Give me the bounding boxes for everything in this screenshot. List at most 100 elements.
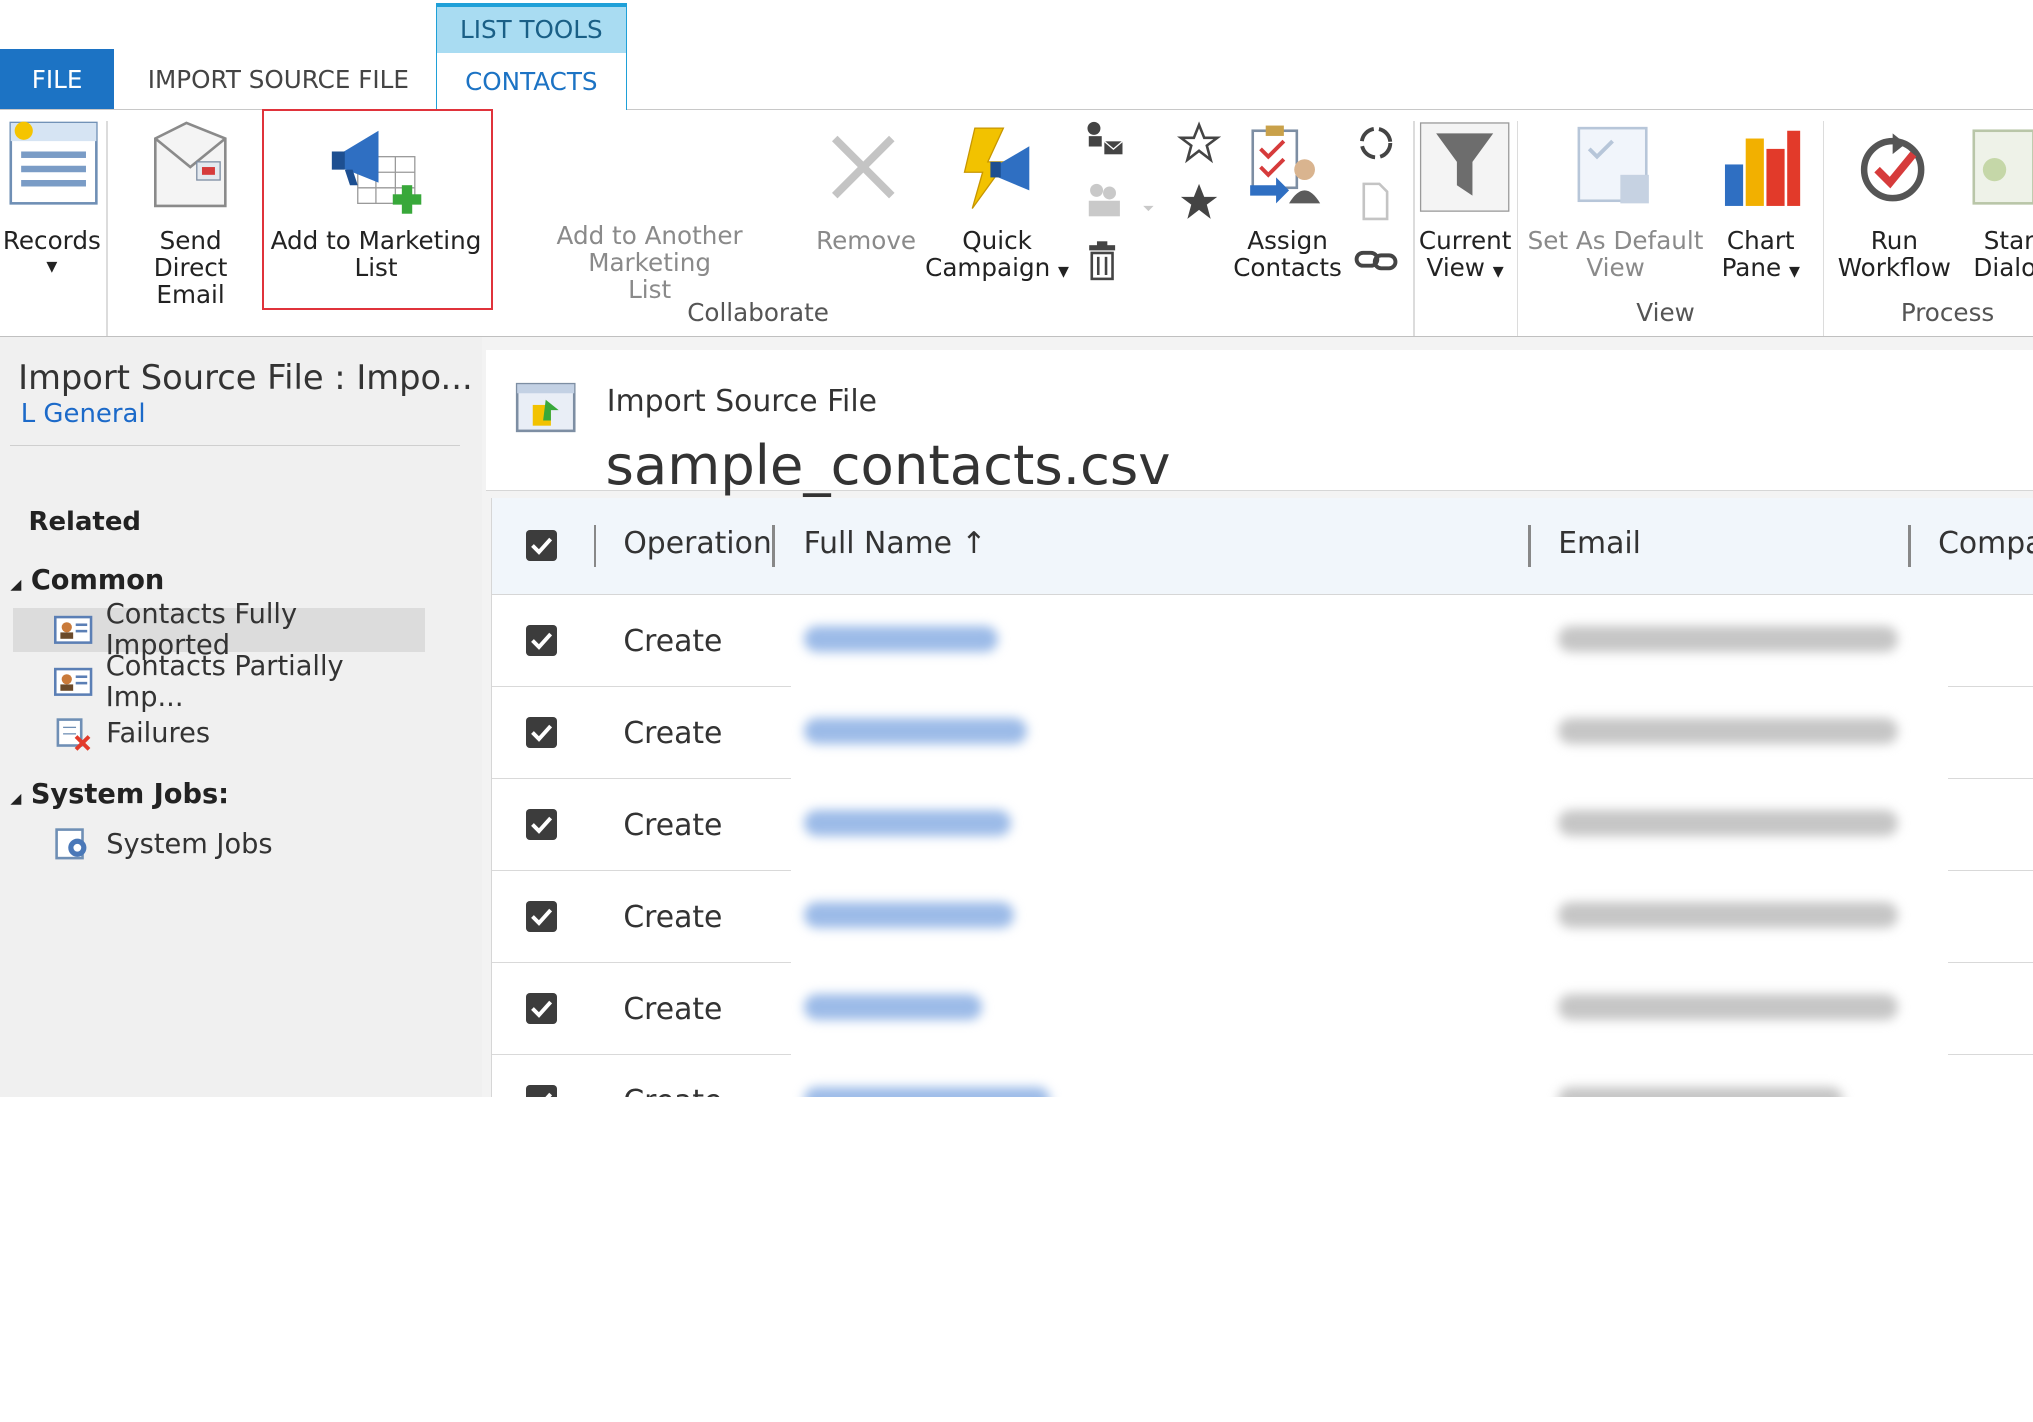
main-content: Import Source File sample_contacts.csv O… [482,337,2033,1097]
column-separator[interactable] [1528,525,1531,567]
list-tools-context: LIST TOOLS CONTACTS [435,2,627,110]
set-as-default-view-button[interactable]: Set As Default View [1527,110,1703,281]
unfollow-star-filled-icon[interactable] [1177,180,1221,224]
refresh-icon[interactable] [1354,121,1398,165]
tab-file[interactable]: FILE [0,49,115,109]
select-all-checkbox[interactable] [526,530,558,562]
nav-item-label: System Jobs [106,828,273,860]
nav-section-common-label: Common [30,565,165,597]
table-row[interactable]: Create [492,963,2033,1056]
checkmark-icon [531,724,553,742]
row-checkbox[interactable] [526,1085,558,1097]
document-icon[interactable] [1356,180,1395,224]
table-row[interactable]: Create [492,595,2033,688]
collapse-triangle-icon: ◢ [10,791,22,808]
send-direct-email-label-2: Email [156,280,225,310]
nav-item-contacts-fully-imported[interactable]: Contacts Fully Imported [12,599,426,661]
tab-contacts[interactable]: CONTACTS [437,53,626,110]
email-icon [154,121,227,208]
records-button[interactable]: Records ▼ [3,110,102,281]
left-navigation: Import Source File : Impo... L General R… [0,337,483,1097]
add-to-another-marketing-list-button[interactable]: Add to Another Marketing List [493,110,807,304]
quick-campaign-label-2: Campaign ▼ [923,254,1071,286]
nav-item-system-jobs[interactable]: System Jobs [13,822,425,866]
nav-item-failures[interactable]: Failures [13,712,425,756]
table-row[interactable]: Create [492,779,2033,872]
quick-campaign-label-1: Quick [962,225,1032,255]
checkmark-icon [545,1092,553,1097]
set-as-default-view-label-1: Set As Default [1527,225,1704,255]
nav-item-contacts-partially-imported[interactable]: Contacts Partially Imp... [13,651,425,713]
start-dialog-button[interactable]: Start Dialog [1966,110,2033,281]
nav-section-system-jobs[interactable]: ◢ System Jobs: [10,779,229,810]
checkmark-icon [531,632,553,650]
column-separator[interactable] [772,525,776,567]
row-checkbox[interactable] [526,993,558,1025]
chevron-down-icon: ▼ [1492,264,1504,281]
tab-import-source-file[interactable]: IMPORT SOURCE FILE [127,49,430,109]
row-operation: Create [623,623,723,659]
set-as-default-view-label-2: View [1586,253,1645,283]
column-separator[interactable] [1908,525,1911,567]
remove-button[interactable]: Remove [814,110,918,254]
list-tools-label: LIST TOOLS [436,3,626,53]
chart-pane-button[interactable]: Chart Pane ▼ [1712,110,1811,286]
redacted-full-name-link[interactable] [803,718,1027,745]
assign-contacts-label-1: Assign [1247,225,1328,255]
chevron-down-icon: ▼ [46,259,58,276]
follow-star-outline-icon[interactable] [1177,120,1222,165]
redacted-full-name-link[interactable] [803,1086,1050,1097]
start-dialog-label-1: Start [1983,225,2033,255]
nav-divider [10,444,461,446]
chevron-down-icon: ▼ [1788,264,1800,281]
redacted-full-name-link[interactable] [803,626,999,653]
contact-card-icon [54,616,93,645]
sort-ascending-arrow-icon: ↑ [961,526,987,562]
column-header-full-name[interactable]: Full Name ↑ [804,526,987,561]
row-checkbox[interactable] [526,809,558,841]
redacted-full-name-link[interactable] [803,902,1014,929]
current-view-button[interactable]: Current View ▼ [1418,110,1511,286]
column-header-email[interactable]: Email [1558,526,1641,561]
nav-general-link[interactable]: L General [21,399,146,429]
delete-trash-icon[interactable] [1084,240,1123,284]
row-operation: Create [623,715,723,751]
share-icon[interactable] [1081,180,1159,224]
redacted-full-name-link[interactable] [803,810,1012,837]
run-workflow-button[interactable]: Run Workflow [1833,110,1955,281]
row-checkbox[interactable] [526,901,558,933]
full-name-header-label: Full Name [803,526,952,562]
redacted-email [1558,1086,1844,1097]
connect-icon[interactable] [1081,118,1128,162]
checkmark-icon [531,538,553,556]
table-row[interactable]: Create [492,871,2033,964]
remove-label: Remove [816,225,917,255]
redacted-full-name-link[interactable] [803,994,983,1021]
redacted-email [1558,718,1898,745]
checkmark-icon [531,1000,553,1019]
assign-contacts-button[interactable]: Assign Contacts [1232,110,1344,281]
send-direct-email-button[interactable]: Send Direct Email [119,110,262,310]
nav-section-system-jobs-label: System Jobs: [30,779,230,811]
records-icon [9,121,98,205]
column-header-company[interactable]: Company [1938,526,2033,561]
run-workflow-label-2: Workflow [1837,253,1951,283]
row-checkbox[interactable] [526,624,558,657]
row-checkbox[interactable] [526,716,558,749]
table-row[interactable]: Create [492,1055,2033,1097]
filter-funnel-icon [1420,122,1510,212]
nav-section-common[interactable]: ◢ Common [10,565,164,596]
ribbon-separator [1517,120,1519,336]
quick-campaign-button[interactable]: Quick Campaign ▼ [923,110,1071,286]
row-operation: Create [623,991,723,1027]
column-header-operation[interactable]: Operation [623,526,771,561]
table-row[interactable]: Create [492,687,2033,780]
column-separator[interactable] [593,525,597,567]
start-dialog-icon [1972,129,2033,205]
nav-general-label: General [43,399,146,430]
chart-pane-label-2: Pane ▼ [1712,254,1811,286]
link-icon[interactable] [1354,245,1398,276]
records-label: Records [2,225,101,255]
redacted-email [1558,810,1898,837]
bar-chart-icon [1724,130,1800,207]
